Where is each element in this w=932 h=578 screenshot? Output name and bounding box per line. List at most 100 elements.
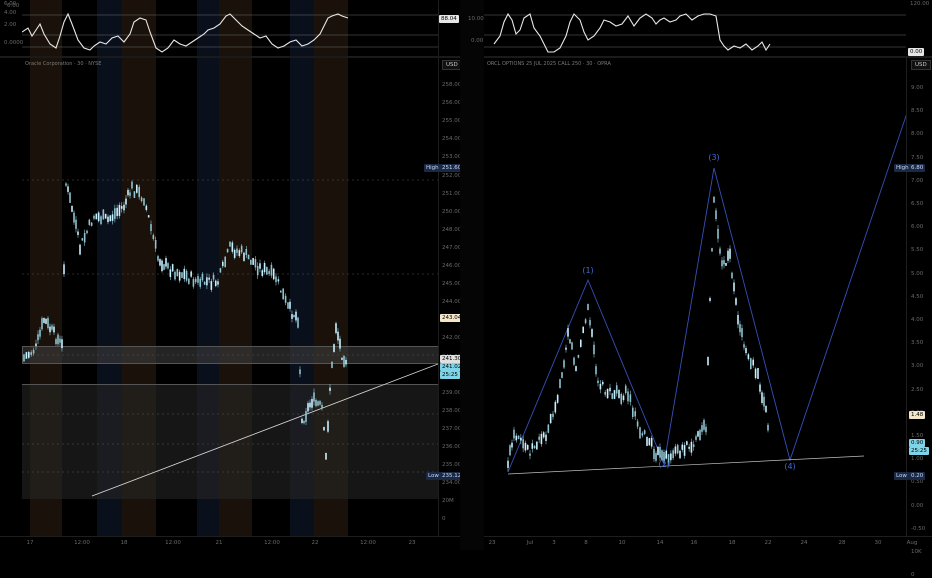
price-axis-label: 248.00 xyxy=(442,226,462,233)
candle-body xyxy=(325,452,327,460)
candle-body xyxy=(526,444,529,450)
price-axis-label: 9.00 xyxy=(911,85,924,91)
candle-body xyxy=(613,390,616,399)
candle-body xyxy=(739,324,741,333)
candle-body xyxy=(672,450,674,459)
candle-body xyxy=(589,320,591,326)
candle-body xyxy=(32,350,35,354)
candle-body xyxy=(23,354,25,362)
candle-body xyxy=(147,215,150,218)
price-axis-label: 5.50 xyxy=(911,247,924,254)
candle-body xyxy=(266,266,268,275)
candle-body xyxy=(25,352,28,359)
candle-body xyxy=(77,231,79,235)
candle-body xyxy=(41,318,43,330)
currency-button[interactable]: USD xyxy=(911,60,931,70)
osc-tick: 4.00 xyxy=(4,10,17,16)
candle-body xyxy=(136,184,138,193)
candle-body xyxy=(717,228,719,239)
candle-body xyxy=(194,278,197,283)
candle-body xyxy=(299,369,301,375)
pane-split[interactable] xyxy=(460,0,484,550)
time-label: 22 xyxy=(311,540,319,546)
candle-body xyxy=(35,343,37,346)
candle-body xyxy=(341,357,343,360)
candle-body xyxy=(313,392,315,402)
candle-body xyxy=(190,271,192,277)
candle-body xyxy=(582,326,584,334)
candle-body xyxy=(327,421,329,432)
candle-body xyxy=(653,448,655,460)
right-oscillator-pane[interactable] xyxy=(484,0,906,56)
candle-body xyxy=(59,338,61,343)
candle-body xyxy=(641,433,644,436)
candle-body xyxy=(339,338,341,349)
wave-label: (3) xyxy=(708,153,720,162)
candle-body xyxy=(297,317,299,328)
left-time-axis[interactable]: 17 12:00 18 12:00 21 12:00 22 12:00 23 xyxy=(0,536,460,551)
candle-body xyxy=(634,411,636,417)
currency-button[interactable]: USD xyxy=(442,60,462,70)
left-oscillator-pane[interactable] xyxy=(22,0,438,56)
candle-body xyxy=(197,276,199,283)
candle-body xyxy=(597,380,599,384)
candle-body xyxy=(272,268,275,280)
candle-body xyxy=(152,235,155,240)
candle-body xyxy=(270,264,273,276)
candle-body xyxy=(140,197,143,202)
price-axis-label: 256.00 xyxy=(442,100,462,107)
price-axis-label: 4.50 xyxy=(911,293,924,300)
candle-body xyxy=(697,431,699,437)
time-label: 18 xyxy=(728,540,736,546)
candle-body xyxy=(577,355,580,358)
candle-body xyxy=(721,260,723,267)
candle-body xyxy=(757,368,759,379)
candle-body xyxy=(81,238,84,241)
candle-body xyxy=(524,442,527,451)
wave-label: (4) xyxy=(784,462,796,471)
candle-body xyxy=(754,368,757,379)
candle-body xyxy=(701,425,703,432)
candle-body xyxy=(161,260,163,272)
candle-body xyxy=(238,250,241,257)
candle-body xyxy=(575,366,577,372)
candle-body xyxy=(275,276,277,283)
candle-body xyxy=(43,317,45,323)
candle-body xyxy=(705,426,707,433)
right-price-chart[interactable]: ORCL OPTIONS 25 JUL 2025 CALL 250 · 30 ·… xyxy=(484,58,906,536)
candle-body xyxy=(256,266,259,276)
candle-body xyxy=(157,256,159,261)
candle-body xyxy=(509,445,511,456)
osc-tick: 120.00 xyxy=(910,1,930,7)
candle-body xyxy=(69,192,71,203)
right-time-axis[interactable]: 23 Jul 3 8 10 14 16 18 22 24 28 30 Aug xyxy=(484,536,932,551)
price-axis-label: 250.00 xyxy=(442,208,462,215)
candle-body xyxy=(343,356,345,367)
candle-body xyxy=(522,439,524,449)
candle-body xyxy=(531,443,534,449)
candle-body xyxy=(636,421,639,427)
candle-body xyxy=(681,444,684,450)
low-label-tag: Low xyxy=(426,472,441,480)
candle-body xyxy=(670,453,672,461)
candle-body xyxy=(540,433,543,445)
candle-body xyxy=(584,319,587,324)
left-price-chart[interactable]: Oracle Corporation · 30 · NYSE xyxy=(22,58,438,536)
candle-body xyxy=(565,347,567,350)
candle-body xyxy=(171,264,174,272)
candle-body xyxy=(763,396,765,407)
price-candles xyxy=(22,179,438,497)
countdown-tag: 25:25 xyxy=(909,447,929,455)
candle-body xyxy=(561,372,563,378)
time-label: 8 xyxy=(584,540,588,546)
candle-body xyxy=(174,271,176,280)
time-label: 12:00 xyxy=(264,540,280,546)
candle-body xyxy=(741,328,743,338)
candle-body xyxy=(309,402,311,408)
left-oscillator-axis[interactable]: 6.00 xyxy=(7,0,459,56)
candle-body xyxy=(212,274,215,280)
price-axis-label: 247.00 xyxy=(442,244,462,251)
candle-body xyxy=(547,424,550,433)
price-axis-label: 4.00 xyxy=(911,317,924,323)
osc-tick: 2.00 xyxy=(4,22,17,28)
